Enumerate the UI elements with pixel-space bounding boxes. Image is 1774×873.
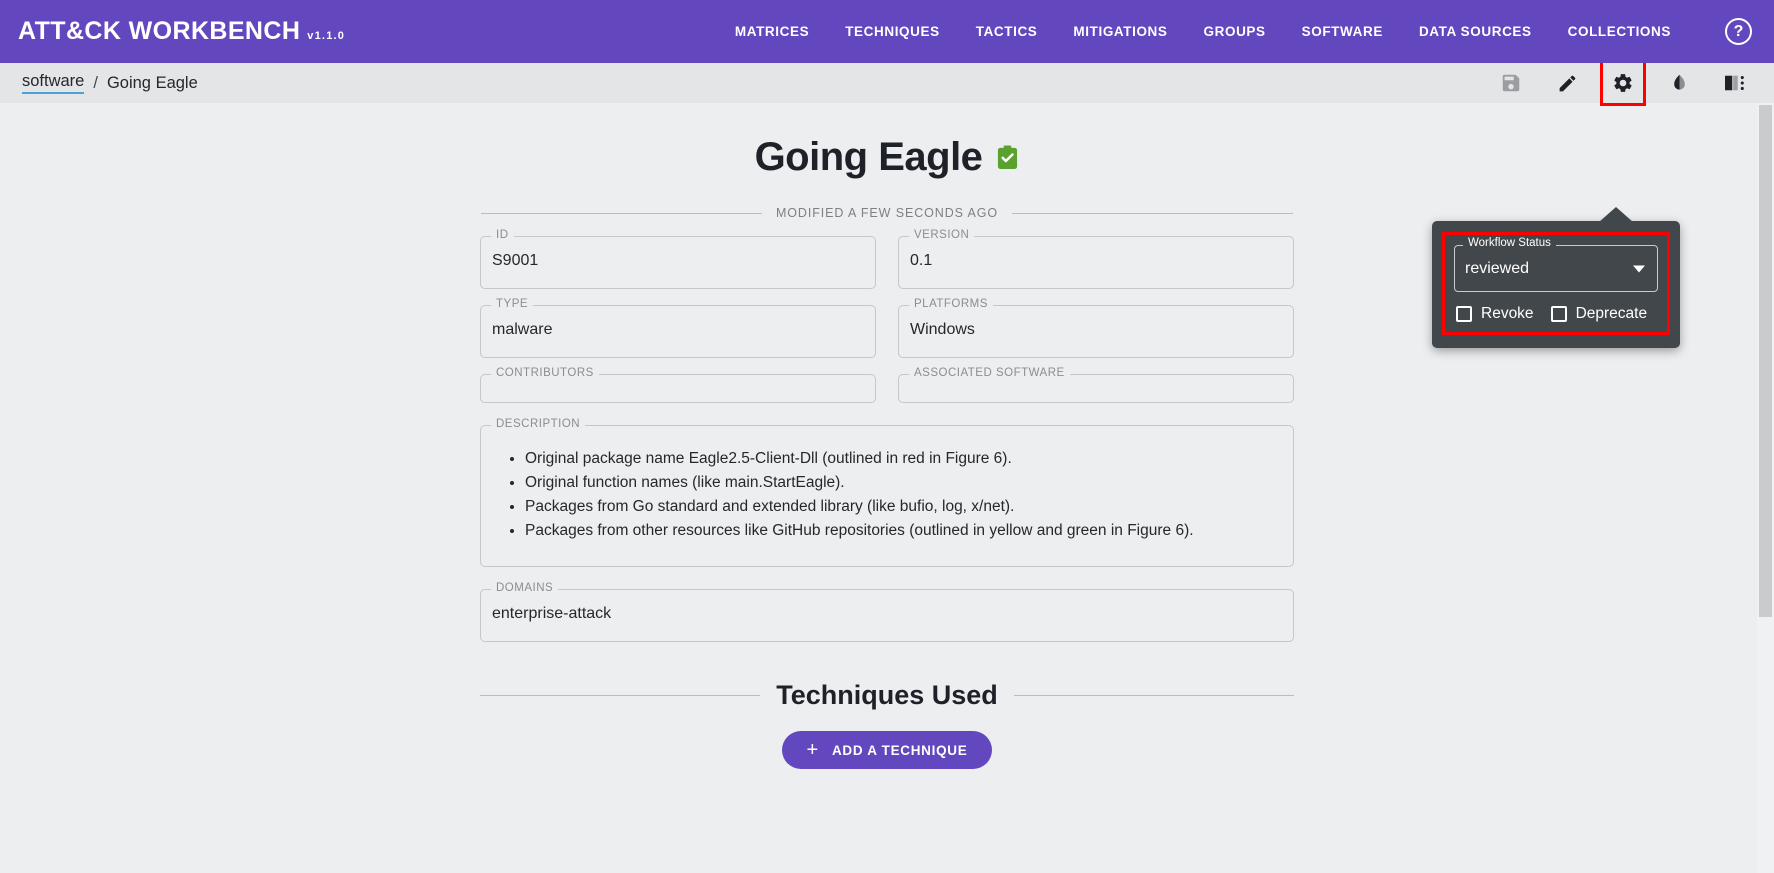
brand[interactable]: ATT&CK WORKBENCH v1.1.0 [18,17,345,46]
description-field[interactable]: DESCRIPTION Original package name Eagle2… [480,418,1294,567]
row-id-version: ID S9001 VERSION 0.1 [480,229,1294,289]
workflow-status-value: reviewed [1465,259,1530,277]
id-field-label: ID [491,229,514,241]
save-icon[interactable] [1498,70,1524,96]
list-item: Original function names (like main.Start… [525,472,1279,494]
revoke-checkbox[interactable]: Revoke [1456,305,1534,323]
help-icon[interactable]: ? [1725,18,1752,45]
workflow-highlight-box: Workflow Status reviewed Revoke Deprecat… [1442,232,1670,335]
id-field-value: S9001 [492,252,539,269]
title-row: Going Eagle [480,135,1294,180]
id-field[interactable]: ID S9001 [480,229,876,289]
brand-version: v1.1.0 [307,30,346,42]
type-field-value: malware [492,321,553,338]
breadcrumb-current: Going Eagle [106,73,198,92]
page-title: Going Eagle [754,135,983,179]
type-field-label: TYPE [491,298,534,310]
layout-icon[interactable] [1722,70,1748,96]
associated-software-field-label: ASSOCIATED SOFTWARE [909,367,1070,379]
divider-right [1012,212,1294,214]
description-list: Original package name Eagle2.5-Client-Dl… [481,426,1293,564]
workflow-status-popup: Workflow Status reviewed Revoke Deprecat… [1432,207,1680,348]
page-scrollbar[interactable] [1757,103,1774,873]
deprecate-checkbox[interactable]: Deprecate [1550,305,1648,323]
techniques-used-title: Techniques Used [776,680,998,710]
checkbox-box-icon[interactable] [1550,306,1567,322]
contrast-icon[interactable] [1666,70,1692,96]
techniques-used-header: Techniques Used [480,680,1294,711]
breadcrumb: software / Going Eagle [22,72,198,94]
revoke-label: Revoke [1481,305,1534,322]
breadcrumb-parent-link[interactable]: software [22,72,85,94]
domains-field-value: enterprise-attack [492,605,612,622]
deprecate-label: Deprecate [1575,305,1648,322]
domains-field-label: DOMAINS [491,582,559,594]
nav-item-techniques[interactable]: TECHNIQUES [845,24,940,39]
workflow-checkbox-group: Revoke Deprecate [1454,305,1658,323]
version-field[interactable]: VERSION 0.1 [898,229,1294,289]
breadcrumb-bar: software / Going Eagle [0,60,1774,106]
modified-row: MODIFIED A FEW SECONDS AGO [480,206,1294,220]
version-field-label: VERSION [909,229,975,241]
list-item: Original package name Eagle2.5-Client-Dl… [525,448,1279,470]
description-field-label: DESCRIPTION [491,418,586,430]
gear-icon[interactable] [1600,60,1646,106]
nav-item-tactics[interactable]: TACTICS [976,24,1038,39]
contributors-field[interactable]: CONTRIBUTORS [480,367,876,403]
chevron-down-icon[interactable] [1633,265,1645,272]
brand-title: ATT&CK WORKBENCH [18,17,301,45]
nav-item-mitigations[interactable]: MITIGATIONS [1073,24,1167,39]
breadcrumb-separator: / [93,73,98,92]
workflow-status-select[interactable]: Workflow Status reviewed [1454,237,1658,292]
pencil-icon[interactable] [1554,70,1580,96]
add-technique-label: ADD A TECHNIQUE [831,742,968,758]
type-field[interactable]: TYPE malware [480,298,876,358]
version-field-value: 0.1 [910,252,933,269]
plus-icon: + [806,739,819,761]
app-header: ATT&CK WORKBENCH v1.1.0 MATRICES TECHNIQ… [0,0,1774,63]
add-technique-row: + ADD A TECHNIQUE [480,731,1294,769]
platforms-field-label: PLATFORMS [909,298,993,310]
list-item: Packages from other resources like GitHu… [525,520,1279,542]
divider-left [480,695,761,696]
object-detail-content: Going Eagle MODIFIED A FEW SECONDS AGO I… [480,103,1294,769]
nav-item-matrices[interactable]: MATRICES [735,24,809,39]
contributors-field-label: CONTRIBUTORS [491,367,599,379]
nav-item-software[interactable]: SOFTWARE [1302,24,1383,39]
divider-left [481,212,762,214]
nav-item-data-sources[interactable]: DATA SOURCES [1419,24,1532,39]
platforms-field-value: Windows [910,321,975,338]
nav-item-groups[interactable]: GROUPS [1204,24,1266,39]
clipboard-check-icon [996,145,1019,170]
modified-timestamp: MODIFIED A FEW SECONDS AGO [775,206,999,220]
list-item: Packages from Go standard and extended l… [525,496,1279,518]
row-type-platforms: TYPE malware PLATFORMS Windows [480,298,1294,358]
platforms-field[interactable]: PLATFORMS Windows [898,298,1294,358]
row-contributors-associated: CONTRIBUTORS ASSOCIATED SOFTWARE [480,367,1294,403]
workflow-status-legend: Workflow Status [1463,237,1556,249]
scrollbar-thumb[interactable] [1759,105,1772,617]
nav-item-collections[interactable]: COLLECTIONS [1568,24,1671,39]
popup-arrow [1599,207,1633,222]
page-body: Workflow Status reviewed Revoke Deprecat… [0,103,1774,873]
main-nav: MATRICES TECHNIQUES TACTICS MITIGATIONS … [735,18,1752,45]
domains-field[interactable]: DOMAINS enterprise-attack [480,582,1294,642]
associated-software-field[interactable]: ASSOCIATED SOFTWARE [898,367,1294,403]
add-technique-button[interactable]: + ADD A TECHNIQUE [781,731,993,769]
divider-right [1013,695,1294,696]
object-toolbar [1498,60,1756,106]
checkbox-box-icon[interactable] [1456,306,1472,322]
